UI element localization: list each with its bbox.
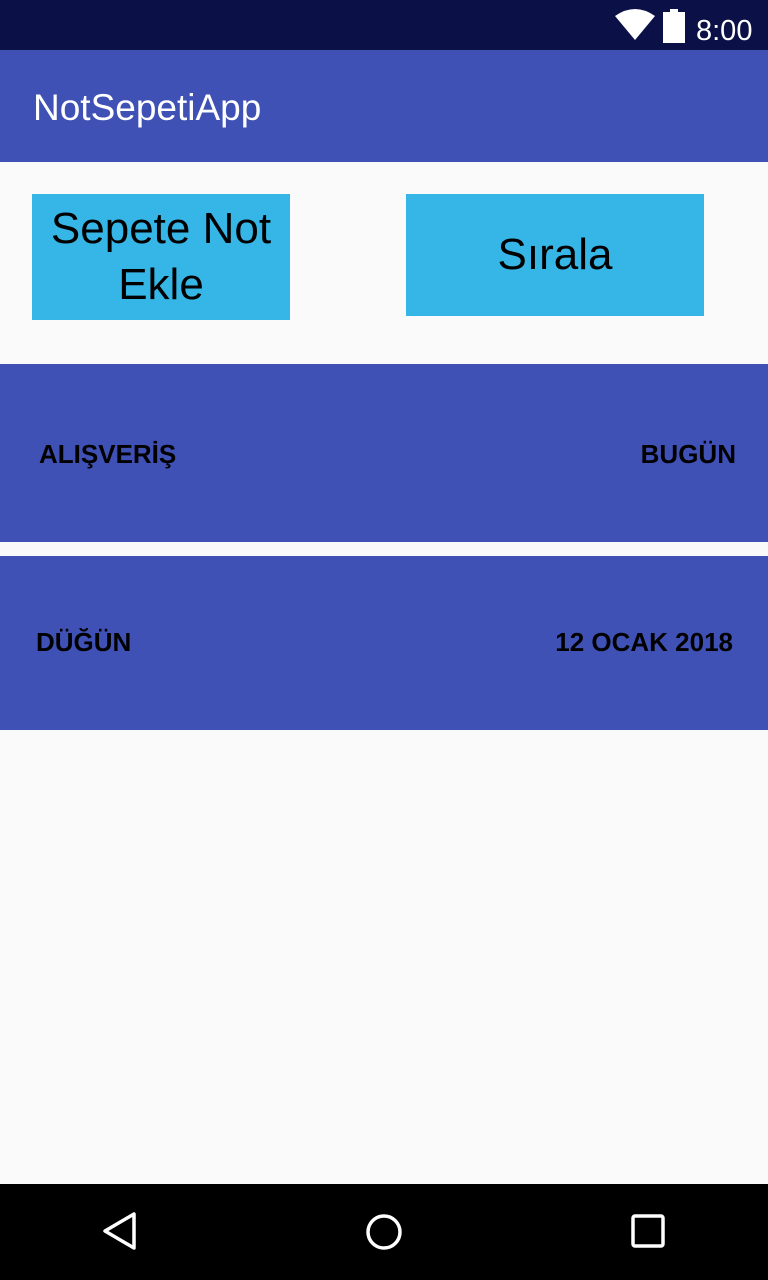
note-title: DÜĞÜN (36, 627, 132, 657)
note-list-item[interactable]: ALIŞVERİŞ BUGÜN (0, 364, 768, 542)
wifi-icon (615, 9, 655, 40)
add-note-label-line2: Ekle (118, 260, 204, 309)
sort-button[interactable]: Sırala (406, 194, 704, 316)
note-date: BUGÜN (640, 439, 736, 469)
add-note-label-line1: Sepete Not (50, 204, 272, 253)
status-time: 8:00 (696, 15, 753, 47)
recents-icon[interactable] (631, 1214, 665, 1248)
note-date: 12 OCAK 2018 (555, 627, 733, 657)
add-note-button[interactable]: Sepete Not Ekle (32, 194, 290, 320)
back-icon[interactable] (100, 1211, 140, 1251)
note-title: ALIŞVERİŞ (39, 439, 177, 469)
note-list-item[interactable]: DÜĞÜN 12 OCAK 2018 (0, 556, 768, 730)
battery-icon (663, 9, 685, 43)
home-icon[interactable] (365, 1213, 403, 1251)
app-title: NotSepetiApp (33, 87, 262, 128)
